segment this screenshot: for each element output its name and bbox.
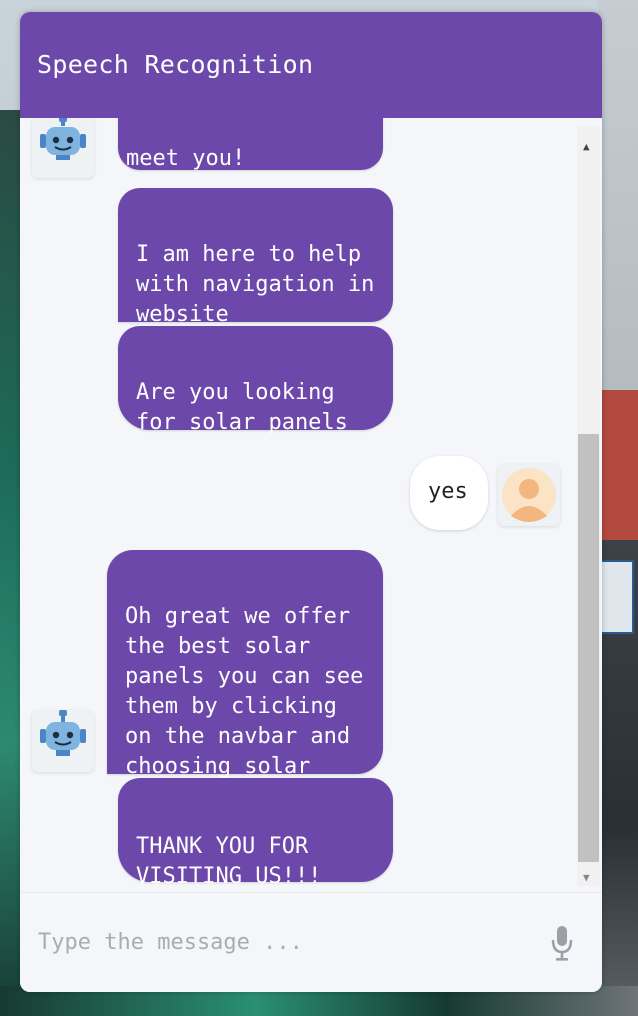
user-message: yes: [410, 456, 488, 530]
chat-window: Speech Recognition meet you! I am here t…: [20, 12, 602, 992]
message-input-area: [20, 892, 602, 992]
bot-avatar: [32, 118, 94, 178]
bot-avatar: [32, 710, 94, 772]
bot-message: THANK YOU FOR VISITING US!!!: [118, 778, 393, 889]
chat-title: Speech Recognition: [37, 50, 314, 79]
message-scrollbar[interactable]: ▲ ▼: [577, 126, 600, 886]
mic-button[interactable]: [548, 923, 576, 963]
bot-message-text: meet you!: [126, 146, 246, 171]
scroll-up-arrow-icon[interactable]: ▲: [583, 140, 590, 153]
scroll-down-arrow-icon[interactable]: ▼: [583, 871, 590, 884]
background-red-panel: [598, 390, 638, 540]
bot-message: Oh great we offer the best solar panels …: [107, 550, 383, 779]
user-avatar-icon: [502, 468, 556, 522]
user-message-text: yes: [428, 479, 468, 504]
microphone-icon: [551, 926, 573, 961]
bot-message-text: I am here to help with navigation in web…: [136, 242, 375, 327]
bot-message-text: THANK YOU FOR VISITING US!!!: [136, 834, 322, 889]
bot-message-text: Are you looking for solar panels: [136, 380, 348, 435]
robot-icon: [40, 710, 86, 756]
bot-message-text: Oh great we offer the best solar panels …: [125, 604, 364, 779]
message-list[interactable]: meet you! I am here to help with navigat…: [20, 118, 576, 892]
scrollbar-thumb[interactable]: [578, 434, 599, 862]
user-avatar: [498, 464, 560, 526]
bot-message: I am here to help with navigation in web…: [118, 188, 393, 327]
bot-message: meet you!: [118, 118, 383, 171]
message-input[interactable]: [36, 921, 540, 963]
robot-icon: [40, 118, 86, 160]
background-right-wall: [598, 0, 638, 390]
bot-message: Are you looking for solar panels: [118, 326, 393, 435]
background-sign: [600, 560, 634, 634]
chat-header: Speech Recognition: [20, 12, 602, 118]
